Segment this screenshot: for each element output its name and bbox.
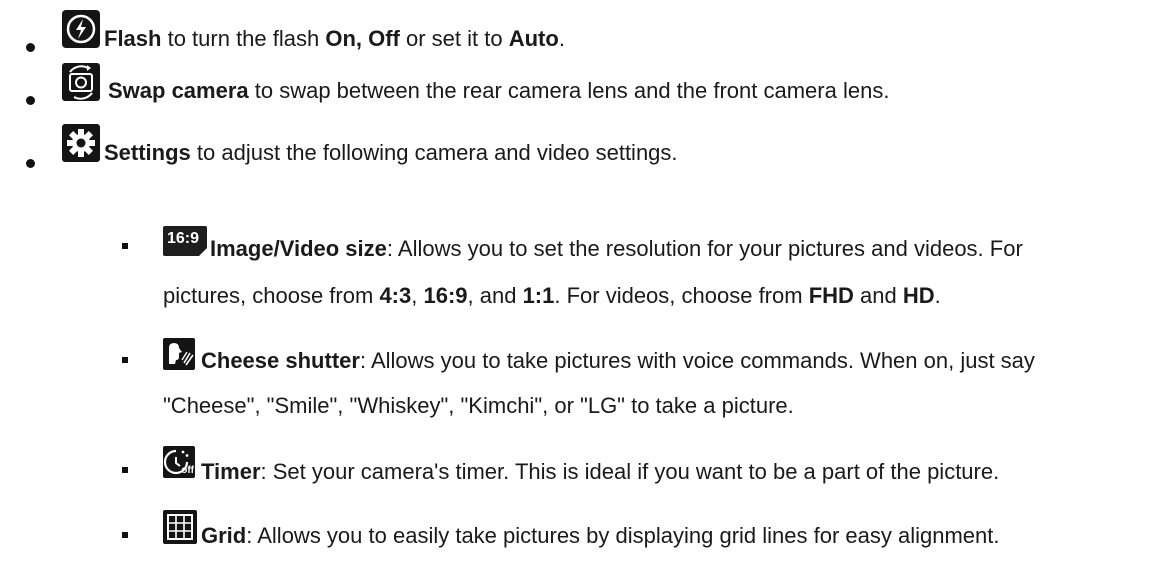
image-size-icon-text: 16:9 — [167, 230, 200, 247]
image-size-line2: pictures, choose from 4:3, 16:9, and 1:1… — [163, 283, 941, 309]
text: , — [411, 283, 424, 308]
bold-text: FHD — [808, 283, 854, 308]
cheese-shutter-line1: Cheese shutter: Allows you to take pictu… — [201, 348, 1035, 374]
text: . For videos, choose from — [554, 283, 809, 308]
image-size-icon: 16:9 — [163, 226, 207, 256]
settings-gear-icon — [62, 124, 100, 162]
timer-icon: off — [163, 446, 195, 478]
bullet — [122, 243, 128, 249]
text: "Cheese", "Smile", "Whiskey", "Kimchi", … — [163, 393, 794, 418]
grid-icon — [163, 510, 197, 544]
bullet — [122, 357, 128, 363]
flash-icon — [62, 10, 100, 48]
bold-text: Auto — [508, 26, 559, 51]
timer-icon-text: off — [181, 465, 194, 476]
bold-text: HD — [902, 283, 935, 308]
text: to adjust the following camera and video… — [190, 140, 678, 165]
text: : Allows you to easily take pictures by … — [246, 523, 1000, 548]
text: , and — [467, 283, 523, 308]
bold-text: 4:3 — [379, 283, 412, 308]
bold-text: 1:1 — [522, 283, 555, 308]
bullet — [122, 532, 128, 538]
text: : Allows you to take pictures with voice… — [359, 348, 1035, 373]
settings-label: Settings — [104, 140, 191, 165]
settings-text: Settings to adjust the following camera … — [104, 140, 678, 166]
swap-camera-text: Swap camera to swap between the rear cam… — [108, 78, 889, 104]
text: . — [934, 283, 941, 308]
bold-text: 16:9 — [423, 283, 468, 308]
text: . — [558, 26, 565, 51]
timer-label: Timer — [201, 459, 261, 484]
bullet — [26, 96, 35, 105]
swap-camera-label: Swap camera — [108, 78, 249, 103]
text: and — [853, 283, 903, 308]
text: : Set your camera's timer. This is ideal… — [260, 459, 1000, 484]
flash-label: Flash — [104, 26, 162, 51]
image-size-label: Image/Video size — [210, 236, 387, 261]
bullet — [26, 43, 35, 52]
image-size-line1: Image/Video size: Allows you to set the … — [210, 236, 1023, 262]
swap-camera-icon — [62, 63, 100, 101]
bold-text: On, Off — [325, 26, 400, 51]
text: to turn the flash — [161, 26, 326, 51]
text: or set it to — [399, 26, 509, 51]
cheese-shutter-label: Cheese shutter — [201, 348, 360, 373]
text: pictures, choose from — [163, 283, 380, 308]
text: : Allows you to set the resolution for y… — [386, 236, 1023, 261]
grid-label: Grid — [201, 523, 247, 548]
bullet — [122, 467, 128, 473]
grid-line1: Grid: Allows you to easily take pictures… — [201, 523, 1000, 549]
text: to swap between the rear camera lens and… — [248, 78, 890, 103]
corner-mark — [199, 248, 207, 256]
bullet — [26, 159, 35, 168]
cheese-shutter-line2: "Cheese", "Smile", "Whiskey", "Kimchi", … — [163, 393, 794, 419]
cheese-shutter-icon — [163, 338, 195, 370]
timer-line1: Timer: Set your camera's timer. This is … — [201, 459, 999, 485]
flash-text: Flash to turn the flash On, Off or set i… — [104, 26, 565, 52]
